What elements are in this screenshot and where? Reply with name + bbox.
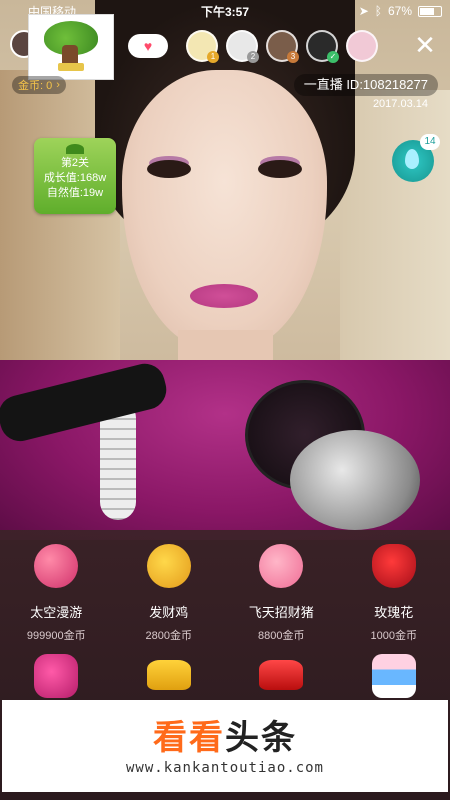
gift-item[interactable]: 飞天招财猪 8800金币 bbox=[225, 540, 338, 650]
streamer-face bbox=[122, 70, 327, 350]
watermark-title-part: 头条 bbox=[225, 719, 297, 757]
viewer-avatar[interactable]: 3 bbox=[266, 30, 299, 63]
watermark-url: www.kankantoutiao.com bbox=[125, 760, 324, 776]
level-label: 第2关 bbox=[60, 157, 90, 169]
gift-name: 玫瑰花 bbox=[374, 605, 414, 620]
drop-count: 14 bbox=[420, 134, 440, 150]
viewer-avatar[interactable]: 2 bbox=[226, 30, 259, 63]
coin-label: 金币: 0 bbox=[18, 80, 53, 92]
follow-button[interactable]: ♥ bbox=[128, 34, 168, 58]
gift-name: 飞天招财猪 bbox=[248, 605, 314, 620]
coin-counter[interactable]: 金币: 0 › bbox=[12, 76, 66, 94]
heart-plus-icon: ♥ bbox=[143, 38, 153, 54]
chick-icon bbox=[146, 544, 191, 588]
gift-item[interactable]: 玫瑰花 1000金币 bbox=[338, 540, 450, 650]
room-id: 一直播 ID:108218277 bbox=[293, 74, 438, 96]
verified-badge: ✓ bbox=[327, 51, 339, 63]
pig-icon bbox=[259, 544, 304, 588]
growth-value: 成长值:168w bbox=[43, 172, 107, 184]
streamer-eye bbox=[147, 160, 191, 178]
gift-item[interactable]: 发财鸡 2800金币 bbox=[113, 540, 226, 650]
microphone bbox=[290, 430, 420, 530]
watermark-title: 看看头条 bbox=[2, 710, 448, 759]
close-icon[interactable]: ✕ bbox=[414, 32, 436, 58]
watermark-title-part: 看看 bbox=[153, 719, 225, 757]
rank-badge: 1 bbox=[207, 51, 219, 63]
watermark-banner: 看看头条 www.kankantoutiao.com bbox=[2, 700, 448, 792]
cake-icon bbox=[371, 654, 416, 698]
sprout-icon bbox=[66, 144, 84, 154]
chevron-right-icon: › bbox=[56, 79, 60, 91]
red-car-icon bbox=[259, 660, 304, 690]
viewer-list: 1 2 3 ✓ bbox=[186, 30, 378, 63]
viewer-avatar[interactable] bbox=[346, 30, 378, 62]
nature-value: 自然值:19w bbox=[46, 187, 104, 199]
rank-badge: 2 bbox=[247, 51, 259, 63]
viewer-avatar[interactable]: ✓ bbox=[306, 30, 339, 63]
gift-price: 8800金币 bbox=[258, 630, 305, 642]
gift-item[interactable]: 太空漫游 999900金币 bbox=[0, 540, 113, 650]
rose-icon bbox=[371, 544, 416, 588]
gift-price: 999900金币 bbox=[26, 630, 86, 642]
monster-icon bbox=[34, 654, 79, 698]
gift-price: 1000金币 bbox=[370, 630, 417, 642]
gift-name: 发财鸡 bbox=[149, 605, 189, 620]
water-drop-icon bbox=[405, 149, 419, 169]
viewer-avatar[interactable]: 1 bbox=[186, 30, 219, 63]
battery-icon bbox=[418, 5, 442, 17]
stream-date: 2017.03.14 bbox=[372, 98, 428, 110]
level-card[interactable]: 第2关 成长值:168w 自然值:19w bbox=[34, 138, 116, 214]
tree-icon bbox=[40, 21, 102, 73]
streamer-eye bbox=[258, 160, 302, 178]
tree-logo bbox=[28, 14, 114, 80]
yellow-car-icon bbox=[146, 660, 191, 690]
planet-icon bbox=[34, 544, 79, 588]
streamer-lips bbox=[190, 284, 258, 308]
gift-price: 2800金币 bbox=[145, 630, 192, 642]
rank-badge: 3 bbox=[287, 51, 299, 63]
water-drop-button[interactable]: 14 bbox=[392, 134, 440, 182]
gift-name: 太空漫游 bbox=[30, 605, 83, 620]
